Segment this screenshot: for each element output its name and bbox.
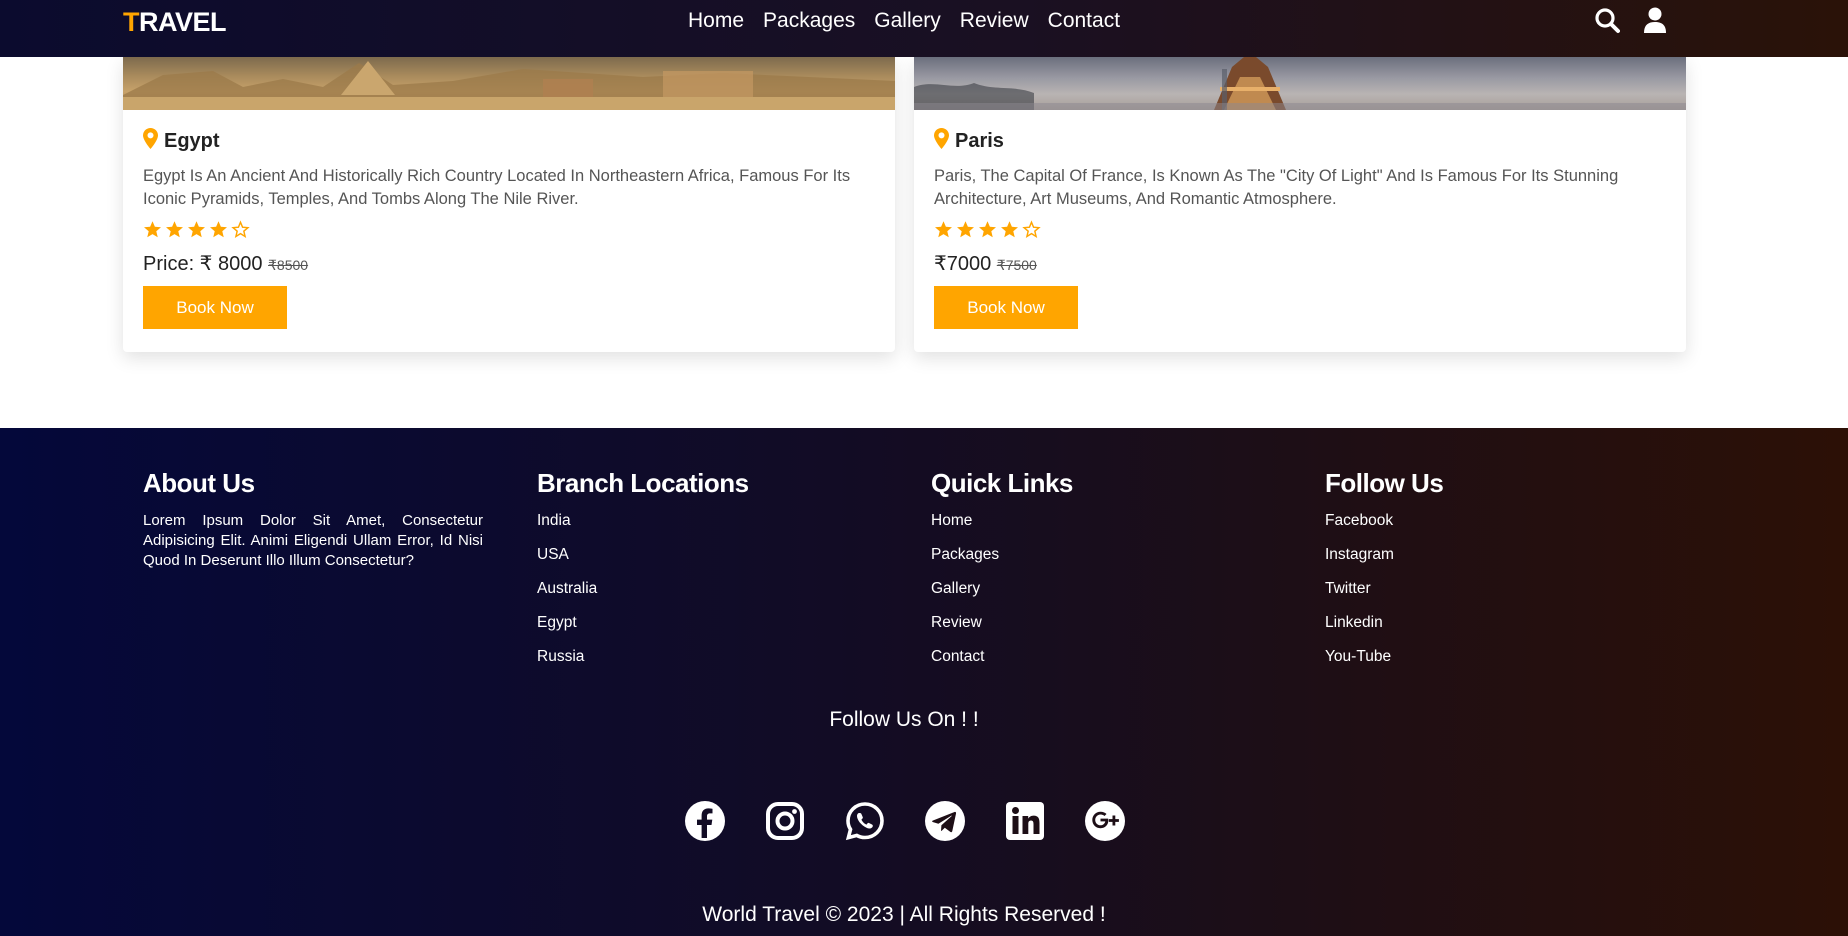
star-filled-icon <box>209 220 228 240</box>
instagram-icon[interactable] <box>764 800 806 842</box>
place-name: Paris <box>955 129 1004 152</box>
star-filled-icon <box>956 220 975 240</box>
follow-link-youtube[interactable]: You-Tube <box>1325 648 1391 665</box>
search-icon[interactable] <box>1594 6 1620 34</box>
follow-link-facebook[interactable]: Facebook <box>1325 512 1393 529</box>
logo-first-letter: T <box>123 7 140 37</box>
logo-text: RAVEL <box>139 7 227 37</box>
quick-link-gallery[interactable]: Gallery <box>931 580 980 597</box>
book-now-button[interactable]: Book Now <box>934 286 1078 329</box>
rating-stars <box>143 220 875 240</box>
main-nav: Home Packages Gallery Review Contact <box>688 9 1139 33</box>
footer-follow-title: Follow Us <box>1325 468 1444 498</box>
branch-item[interactable]: Australia <box>537 579 749 599</box>
package-image-paris <box>914 57 1686 110</box>
quick-link-home[interactable]: Home <box>931 512 972 529</box>
follow-link-twitter[interactable]: Twitter <box>1325 580 1371 597</box>
nav-packages[interactable]: Packages <box>763 9 855 33</box>
footer-about-text: Lorem Ipsum Dolor Sit Amet, Consectetur … <box>143 512 483 569</box>
quick-link-item[interactable]: Home <box>931 511 1073 531</box>
branch-item[interactable]: USA <box>537 545 749 565</box>
branch-link[interactable]: USA <box>537 546 569 563</box>
branch-link[interactable]: Russia <box>537 648 584 665</box>
branch-item[interactable]: Russia <box>537 647 749 667</box>
place-description: Egypt Is An Ancient And Historically Ric… <box>143 167 851 208</box>
footer-about-title: About Us <box>143 468 255 498</box>
current-price: ₹7000 <box>934 253 992 275</box>
google-plus-icon[interactable] <box>1084 800 1126 842</box>
current-price: Price: ₹ 8000 <box>143 253 263 275</box>
nav-home[interactable]: Home <box>688 9 744 33</box>
branch-link[interactable]: India <box>537 512 571 529</box>
star-filled-icon <box>143 220 162 240</box>
package-card-egypt: Egypt Egypt Is An Ancient And Historical… <box>123 57 895 352</box>
package-card-paris: Paris Paris, The Capital Of France, Is K… <box>914 57 1686 352</box>
nav-gallery[interactable]: Gallery <box>874 9 941 33</box>
follow-link-instagram[interactable]: Instagram <box>1325 546 1394 563</box>
quick-link-item[interactable]: Packages <box>931 545 1073 565</box>
map-marker-icon <box>934 128 949 154</box>
social-icons <box>684 800 1126 842</box>
follow-item[interactable]: Facebook <box>1325 511 1443 531</box>
telegram-icon[interactable] <box>924 800 966 842</box>
price: Price: ₹ 8000 ₹8500 <box>143 251 875 275</box>
book-now-button[interactable]: Book Now <box>143 286 287 329</box>
site-header: TRAVEL Home Packages Gallery Review Cont… <box>0 0 1848 57</box>
place-heading: Egypt <box>143 128 875 154</box>
nav-review[interactable]: Review <box>960 9 1029 33</box>
footer-branches-title: Branch Locations <box>537 468 749 498</box>
quick-link-item[interactable]: Review <box>931 613 1073 633</box>
package-image-egypt <box>123 57 895 110</box>
facebook-icon[interactable] <box>684 800 726 842</box>
nav-contact[interactable]: Contact <box>1048 9 1120 33</box>
follow-item[interactable]: Linkedin <box>1325 613 1443 633</box>
old-price: ₹8500 <box>268 257 309 273</box>
follow-us-on-title: Follow Us On ! ! <box>829 708 979 731</box>
star-empty-icon <box>231 220 250 240</box>
branch-item[interactable]: Egypt <box>537 613 749 633</box>
quick-link-review[interactable]: Review <box>931 614 982 631</box>
place-heading: Paris <box>934 128 1666 154</box>
place-name: Egypt <box>164 129 220 152</box>
footer-quick-links: Quick Links Home Packages Gallery Review… <box>931 468 1073 681</box>
star-filled-icon <box>165 220 184 240</box>
linkedin-icon[interactable] <box>1004 800 1046 842</box>
copyright-text: World Travel © 2023 | All Rights Reserve… <box>702 903 1106 926</box>
branch-item[interactable]: India <box>537 511 749 531</box>
follow-item[interactable]: Twitter <box>1325 579 1443 599</box>
quick-link-item[interactable]: Gallery <box>931 579 1073 599</box>
logo[interactable]: TRAVEL <box>123 7 227 38</box>
branch-link[interactable]: Australia <box>537 580 597 597</box>
old-price: ₹7500 <box>996 257 1037 273</box>
place-description: Paris, The Capital Of France, Is Known A… <box>934 167 1619 208</box>
footer-branches: Branch Locations India USA Australia Egy… <box>537 468 749 681</box>
quick-link-packages[interactable]: Packages <box>931 546 999 563</box>
star-filled-icon <box>1000 220 1019 240</box>
follow-item[interactable]: You-Tube <box>1325 647 1443 667</box>
star-empty-icon <box>1022 220 1041 240</box>
follow-link-linkedin[interactable]: Linkedin <box>1325 614 1383 631</box>
footer-follow: Follow Us Facebook Instagram Twitter Lin… <box>1325 468 1444 681</box>
price: ₹7000 ₹7500 <box>934 251 1666 275</box>
map-marker-icon <box>143 128 158 154</box>
site-footer: About Us Lorem Ipsum Dolor Sit Amet, Con… <box>0 428 1848 936</box>
follow-item[interactable]: Instagram <box>1325 545 1443 565</box>
star-filled-icon <box>978 220 997 240</box>
footer-about: About Us Lorem Ipsum Dolor Sit Amet, Con… <box>143 468 483 571</box>
branch-link[interactable]: Egypt <box>537 614 577 631</box>
star-filled-icon <box>187 220 206 240</box>
footer-quick-links-title: Quick Links <box>931 468 1073 498</box>
whatsapp-icon[interactable] <box>844 800 886 842</box>
quick-link-item[interactable]: Contact <box>931 647 1073 667</box>
rating-stars <box>934 220 1666 240</box>
quick-link-contact[interactable]: Contact <box>931 648 984 665</box>
star-filled-icon <box>934 220 953 240</box>
user-icon[interactable] <box>1642 6 1668 34</box>
header-icons <box>1594 6 1668 34</box>
